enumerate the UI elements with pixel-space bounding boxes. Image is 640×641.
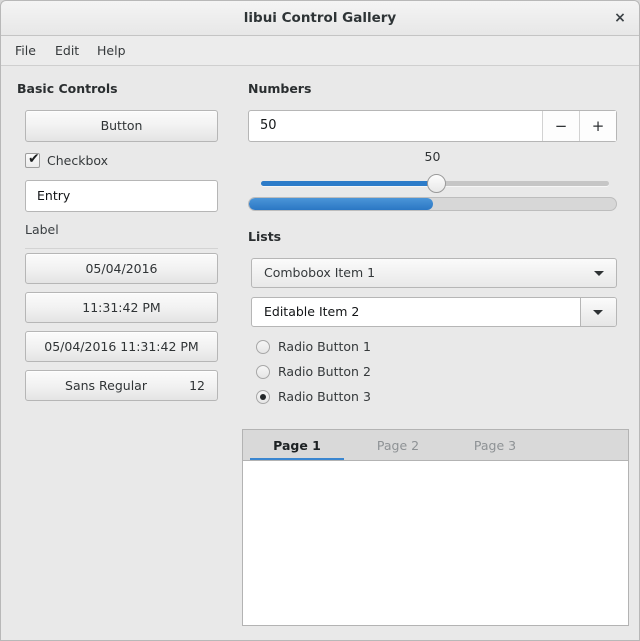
basic-controls-title: Basic Controls	[17, 81, 118, 96]
close-icon[interactable]: ×	[609, 8, 631, 28]
datetime-picker-button[interactable]: 05/04/2016 11:31:42 PM	[25, 331, 218, 362]
horizontal-separator	[25, 248, 218, 249]
chevron-down-icon	[593, 310, 603, 315]
title-bar: libui Control Gallery ×	[1, 1, 639, 36]
progress-bar	[248, 197, 617, 211]
radio-label: Radio Button 3	[278, 389, 371, 404]
slider-thumb[interactable]	[427, 174, 446, 193]
entry-input[interactable]: Entry	[25, 180, 218, 212]
tab-page-1[interactable]: Page 1	[250, 430, 344, 461]
lists-title: Lists	[248, 229, 282, 244]
checkbox-label: Checkbox	[47, 153, 109, 168]
numbers-title: Numbers	[248, 81, 312, 96]
checkbox-box[interactable]: ✔	[25, 151, 40, 168]
spinbox-decrement-button[interactable]: −	[542, 111, 579, 141]
editable-combobox-dropdown-button[interactable]	[580, 298, 616, 326]
combobox-value: Combobox Item 1	[264, 265, 376, 280]
tab-page-2[interactable]: Page 2	[351, 430, 445, 461]
tab-control: Page 1 Page 2 Page 3	[242, 429, 629, 626]
editable-combobox-input[interactable]: Editable Item 2	[264, 298, 359, 326]
font-button-size: 12	[189, 378, 205, 393]
date-picker-button[interactable]: 05/04/2016	[25, 253, 218, 284]
radio-label: Radio Button 1	[278, 339, 371, 354]
font-button-family: Sans Regular	[65, 378, 147, 393]
tab-panel-content	[242, 460, 629, 626]
menu-item-edit[interactable]: Edit	[49, 36, 85, 65]
combobox[interactable]: Combobox Item 1	[251, 258, 617, 288]
window-title: libui Control Gallery	[243, 10, 397, 26]
spinbox-value[interactable]: 50	[260, 111, 277, 141]
menu-item-file[interactable]: File	[9, 36, 42, 65]
radio-circle[interactable]	[256, 390, 270, 404]
slider-value-label: 50	[424, 149, 441, 164]
menu-item-help[interactable]: Help	[91, 36, 132, 65]
slider-fill	[261, 181, 437, 186]
spinbox-increment-button[interactable]: +	[579, 111, 616, 141]
check-icon: ✔	[28, 151, 40, 167]
radio-circle[interactable]	[256, 340, 270, 354]
time-picker-button[interactable]: 11:31:42 PM	[25, 292, 218, 323]
static-label: Label	[25, 222, 59, 237]
spinbox[interactable]: 50 − +	[248, 110, 617, 142]
app-window: libui Control Gallery × File Edit Help B…	[0, 0, 640, 641]
chevron-down-icon[interactable]	[594, 271, 604, 276]
slider[interactable]	[261, 173, 609, 195]
radio-selected-dot	[260, 394, 266, 400]
menu-bar: File Edit Help	[1, 36, 639, 66]
tab-strip: Page 1 Page 2 Page 3	[242, 429, 629, 461]
button[interactable]: Button	[25, 110, 218, 142]
font-button[interactable]: Sans Regular 12	[25, 370, 218, 401]
radio-circle[interactable]	[256, 365, 270, 379]
radio-label: Radio Button 2	[278, 364, 371, 379]
tab-page-3[interactable]: Page 3	[448, 430, 542, 461]
progress-bar-fill	[249, 198, 433, 210]
editable-combobox[interactable]: Editable Item 2	[251, 297, 617, 327]
